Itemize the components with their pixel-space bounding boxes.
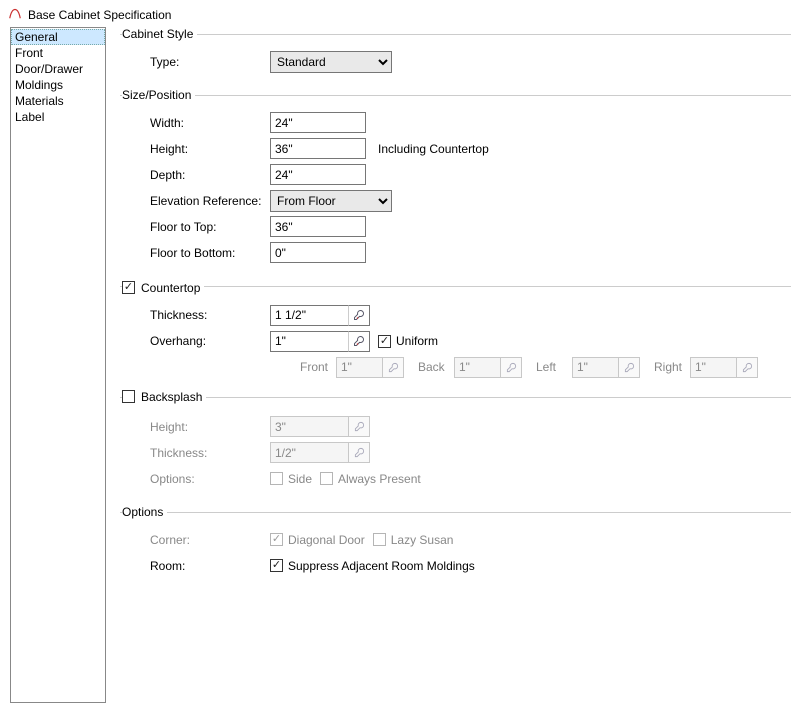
- label-diagonal: Diagonal Door: [288, 533, 365, 547]
- label-elevation-ref: Elevation Reference:: [120, 194, 270, 208]
- wrench-icon: [348, 416, 370, 437]
- checkbox-side-wrap: Side: [270, 472, 312, 486]
- label-floor-bottom: Floor to Bottom:: [120, 246, 270, 260]
- wrench-icon[interactable]: [348, 305, 370, 326]
- checkbox-always-wrap: Always Present: [320, 472, 421, 486]
- wrench-icon: [382, 357, 404, 378]
- sidebar-item-front[interactable]: Front: [11, 45, 105, 61]
- legend-countertop: Countertop: [141, 281, 200, 295]
- label-ov-front: Front: [300, 360, 332, 374]
- label-width: Width:: [120, 116, 270, 130]
- input-ov-right: [690, 357, 736, 378]
- label-height: Height:: [120, 142, 270, 156]
- checkbox-diagonal: [270, 533, 283, 546]
- label-suppress: Suppress Adjacent Room Moldings: [288, 559, 475, 573]
- checkbox-backsplash[interactable]: [122, 390, 135, 403]
- sidebar-item-materials[interactable]: Materials: [11, 93, 105, 109]
- titlebar: Base Cabinet Specification: [0, 0, 801, 27]
- input-ov-back: [454, 357, 500, 378]
- legend-backsplash: Backsplash: [141, 390, 202, 404]
- checkbox-countertop[interactable]: [122, 281, 135, 294]
- wrench-icon: [736, 357, 758, 378]
- checkbox-diagonal-wrap: Diagonal Door: [270, 533, 365, 547]
- checkbox-suppress[interactable]: [270, 559, 283, 572]
- group-countertop: Countertop Thickness: Overhang:: [120, 279, 791, 382]
- checkbox-uniform-wrap[interactable]: Uniform: [378, 334, 438, 348]
- group-size-position: Size/Position Width: Height: Including C…: [120, 88, 791, 271]
- legend-cabinet-style: Cabinet Style: [122, 27, 197, 41]
- group-options: Options Corner: Diagonal Door Lazy Susan…: [120, 505, 791, 584]
- label-ov-left: Left: [536, 360, 568, 374]
- input-ct-overhang[interactable]: [270, 331, 348, 352]
- sidebar-item-moldings[interactable]: Moldings: [11, 77, 105, 93]
- label-always: Always Present: [338, 472, 421, 486]
- sidebar-item-door-drawer[interactable]: Door/Drawer: [11, 61, 105, 77]
- label-depth: Depth:: [120, 168, 270, 182]
- label-ct-overhang: Overhang:: [120, 334, 270, 348]
- checkbox-always: [320, 472, 333, 485]
- input-ct-thickness[interactable]: [270, 305, 348, 326]
- label-bs-options: Options:: [120, 472, 270, 486]
- app-icon: [8, 6, 22, 23]
- label-uniform: Uniform: [396, 334, 438, 348]
- wrench-icon: [348, 442, 370, 463]
- label-room: Room:: [120, 559, 270, 573]
- label-ct-thickness: Thickness:: [120, 308, 270, 322]
- input-floor-top[interactable]: [270, 216, 366, 237]
- input-ov-left: [572, 357, 618, 378]
- label-ov-back: Back: [418, 360, 450, 374]
- checkbox-side: [270, 472, 283, 485]
- checkbox-lazy-wrap: Lazy Susan: [373, 533, 454, 547]
- select-elevation-ref[interactable]: From Floor: [270, 190, 392, 212]
- wrench-icon: [500, 357, 522, 378]
- label-including-countertop: Including Countertop: [378, 142, 489, 156]
- label-ov-right: Right: [654, 360, 686, 374]
- input-height[interactable]: [270, 138, 366, 159]
- label-lazy: Lazy Susan: [391, 533, 454, 547]
- label-corner: Corner:: [120, 533, 270, 547]
- label-floor-top: Floor to Top:: [120, 220, 270, 234]
- sidebar: General Front Door/Drawer Moldings Mater…: [10, 27, 106, 703]
- label-side: Side: [288, 472, 312, 486]
- label-bs-thickness: Thickness:: [120, 446, 270, 460]
- checkbox-lazy: [373, 533, 386, 546]
- wrench-icon[interactable]: [348, 331, 370, 352]
- input-bs-thickness: [270, 442, 348, 463]
- group-backsplash: Backsplash Height: Thickness:: [120, 390, 791, 498]
- checkbox-uniform[interactable]: [378, 335, 391, 348]
- select-type[interactable]: Standard: [270, 51, 392, 73]
- group-cabinet-style: Cabinet Style Type: Standard: [120, 27, 791, 80]
- sidebar-item-general[interactable]: General: [11, 29, 105, 45]
- label-bs-height: Height:: [120, 420, 270, 434]
- legend-options: Options: [122, 505, 167, 519]
- wrench-icon: [618, 357, 640, 378]
- input-bs-height: [270, 416, 348, 437]
- label-type: Type:: [120, 55, 270, 69]
- checkbox-suppress-wrap[interactable]: Suppress Adjacent Room Moldings: [270, 559, 475, 573]
- input-ov-front: [336, 357, 382, 378]
- legend-size-position: Size/Position: [122, 88, 195, 102]
- input-depth[interactable]: [270, 164, 366, 185]
- window-title: Base Cabinet Specification: [28, 8, 171, 22]
- input-floor-bottom[interactable]: [270, 242, 366, 263]
- input-width[interactable]: [270, 112, 366, 133]
- sidebar-item-label[interactable]: Label: [11, 109, 105, 125]
